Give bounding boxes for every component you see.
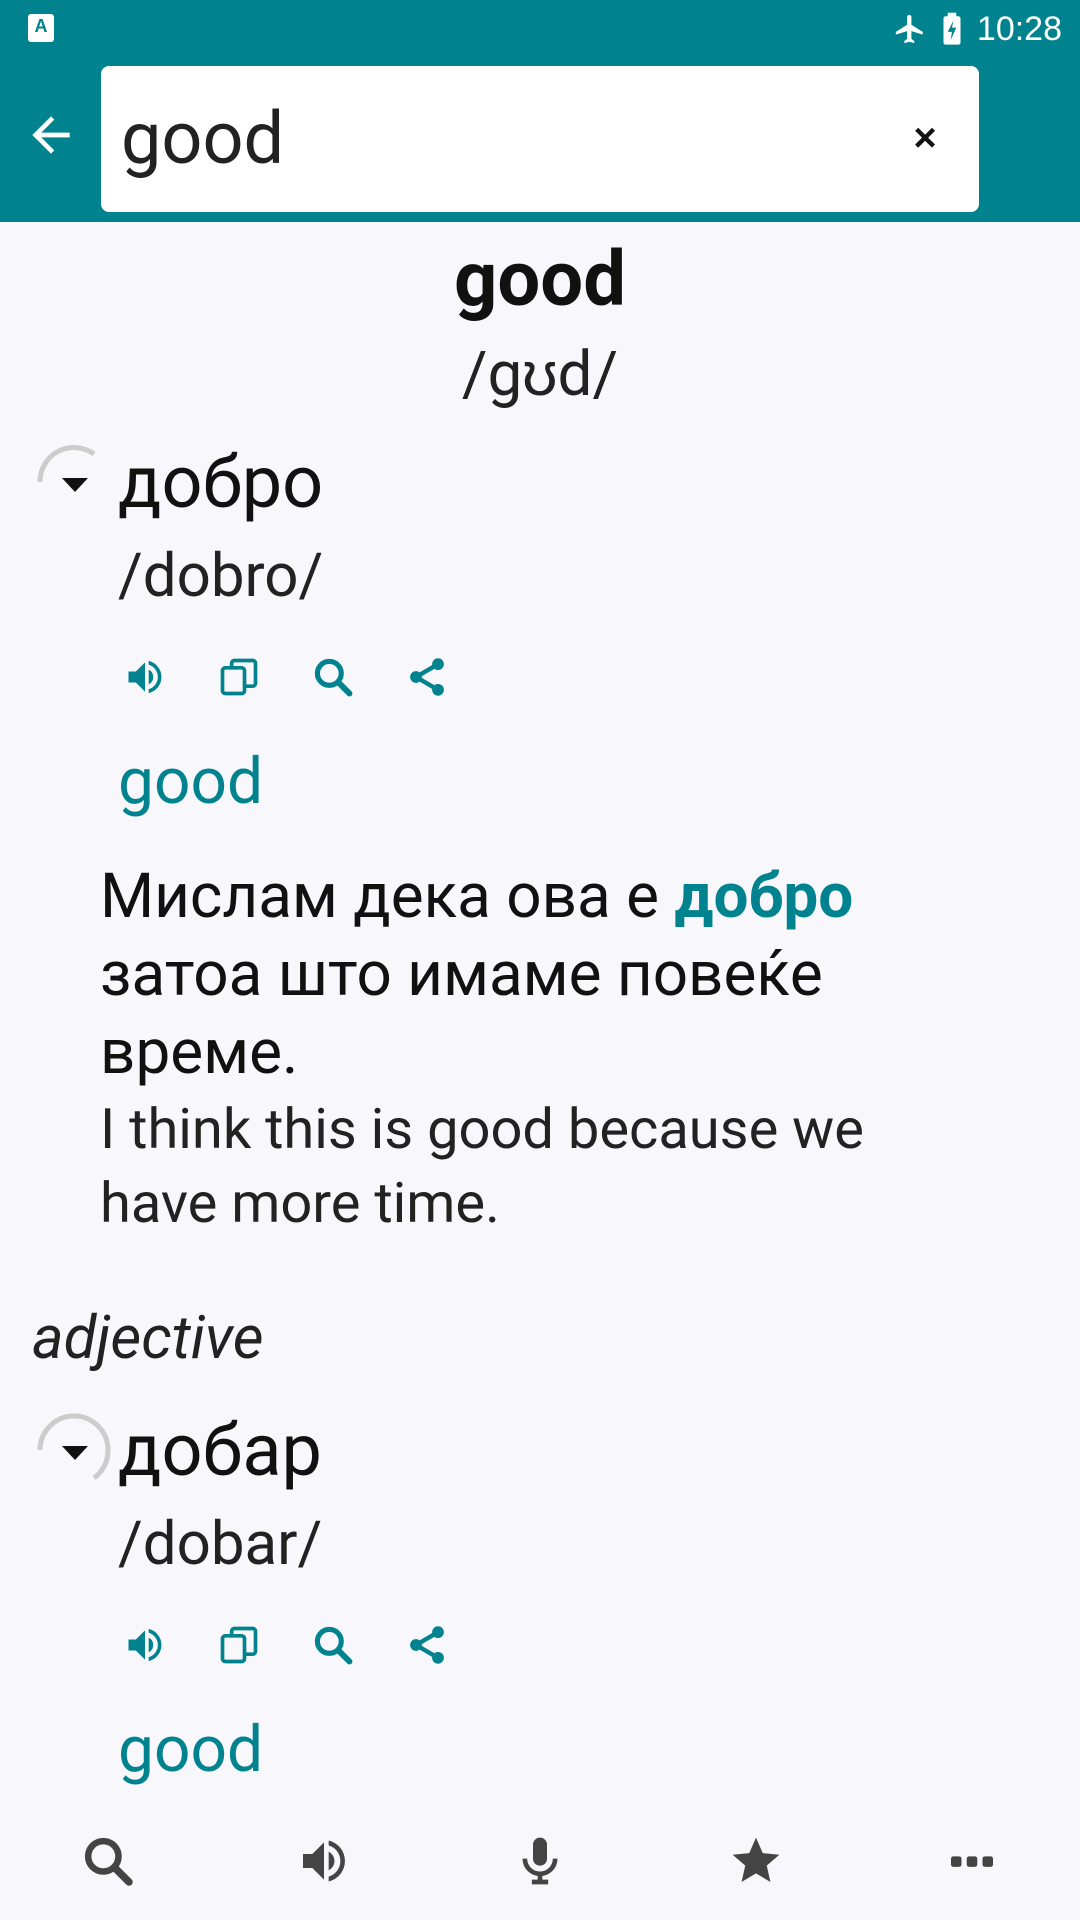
status-right: 10:28 (893, 6, 1062, 52)
share-icon (410, 1626, 444, 1664)
nav-voice-button[interactable] (490, 1811, 590, 1911)
copy-button[interactable] (212, 650, 266, 704)
speak-button[interactable] (118, 650, 172, 704)
copy-icon (220, 658, 258, 696)
entry-word: добро (118, 440, 324, 525)
speaker-icon (128, 1628, 162, 1662)
headword: good (453, 234, 626, 324)
example-mk-highlight: добро (674, 860, 854, 933)
entry-translation[interactable]: good (118, 1712, 263, 1787)
share-icon (410, 658, 444, 696)
headword-phonetic: /gʊd/ (461, 338, 619, 411)
part-of-speech: adjective (32, 1302, 264, 1373)
example-mk-text-end: затоа што имаме повеќе време. (100, 938, 823, 1089)
airplane-mode-icon (895, 14, 923, 44)
back-button[interactable] (18, 102, 84, 168)
search-field[interactable]: good × (101, 66, 979, 212)
status-time: 10:28 (976, 9, 1062, 48)
search-input-text[interactable]: good (121, 96, 284, 181)
entry-phonetic: /dobro/ (118, 540, 324, 611)
example-english: I think this is good because we have mor… (100, 1096, 864, 1236)
search-icon (84, 1837, 133, 1886)
share-button[interactable] (400, 1618, 454, 1672)
lookup-button[interactable] (306, 1618, 360, 1672)
nav-more-button[interactable] (922, 1811, 1022, 1911)
entry-actions (118, 1618, 454, 1674)
speaker-icon (303, 1840, 345, 1882)
entry-translation[interactable]: good (118, 744, 263, 819)
expand-caret-icon[interactable] (60, 474, 90, 494)
notification-icon: A (28, 14, 54, 42)
search-icon (314, 658, 353, 697)
expand-caret-icon[interactable] (60, 1442, 90, 1462)
status-bar: A 10:28 (0, 0, 1080, 58)
speak-button[interactable] (118, 1618, 172, 1672)
example-mk-text: Мислам дека ова е (100, 860, 675, 933)
nav-favorites-button[interactable] (706, 1811, 806, 1911)
nav-speak-button[interactable] (274, 1811, 374, 1911)
bottom-nav (0, 1802, 1080, 1920)
nav-search-button[interactable] (58, 1811, 158, 1911)
search-icon (314, 1626, 353, 1665)
more-icon (951, 1856, 993, 1867)
arrow-back-icon (32, 116, 70, 154)
entry-actions (118, 650, 454, 706)
lookup-button[interactable] (306, 650, 360, 704)
dictionary-content[interactable]: good /gʊd/ добро /dobro/ good Мислам дек… (0, 222, 1080, 1802)
close-icon: × (913, 115, 937, 160)
example-macedonian: Мислам дека ова е добро затоа што имаме … (100, 858, 980, 1092)
app-bar: good × (0, 58, 1080, 222)
battery-charging-icon (943, 12, 961, 45)
copy-button[interactable] (212, 1618, 266, 1672)
clear-search-button[interactable]: × (895, 108, 955, 168)
copy-icon (220, 1626, 258, 1664)
star-icon (732, 1837, 780, 1882)
share-button[interactable] (400, 650, 454, 704)
entry-word: добар (118, 1408, 322, 1493)
entry-phonetic: /dobar/ (118, 1508, 323, 1579)
speaker-icon (128, 660, 162, 694)
microphone-icon (522, 1837, 558, 1885)
